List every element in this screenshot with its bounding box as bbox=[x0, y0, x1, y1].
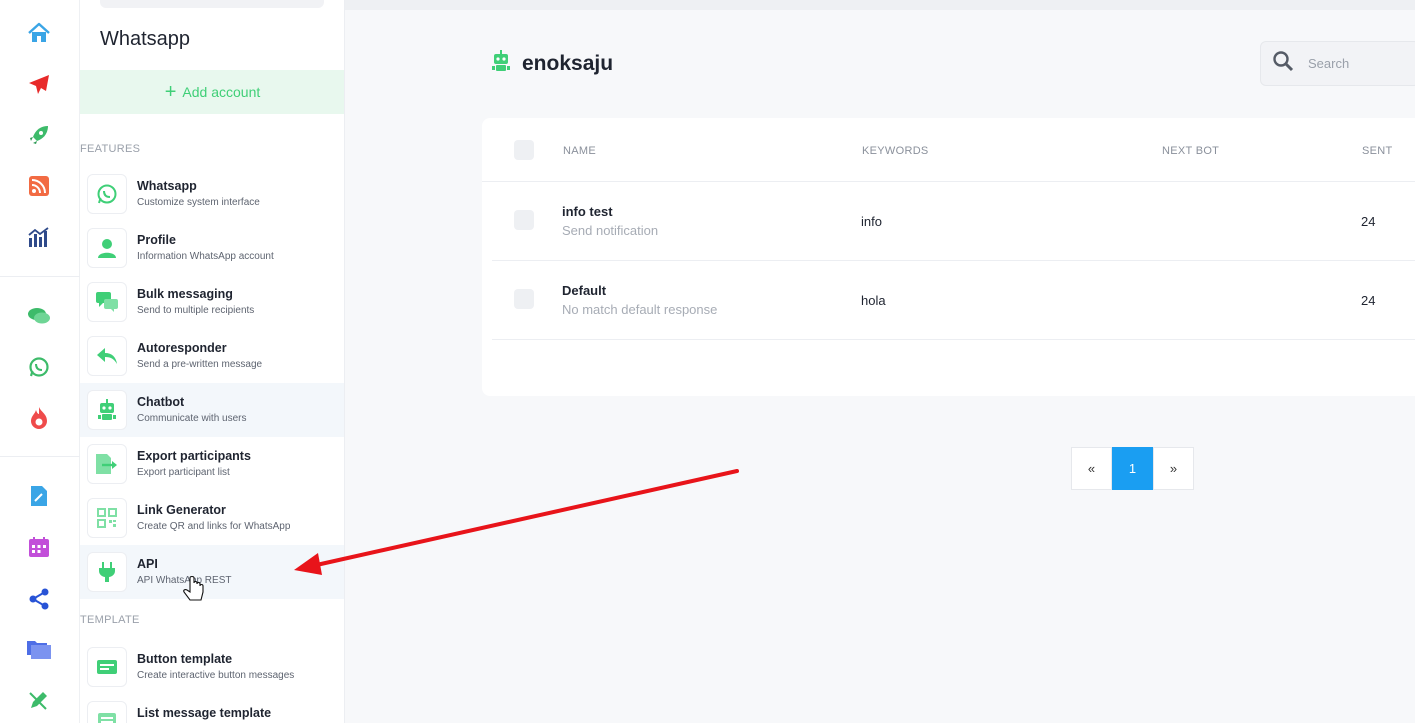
add-account-button[interactable]: + Add account bbox=[80, 70, 344, 114]
pagination-page-1[interactable]: 1 bbox=[1112, 447, 1153, 490]
menu-item-subtitle: Export participant list bbox=[137, 467, 230, 478]
menu-item-profile[interactable]: Profile Information WhatsApp account bbox=[80, 221, 344, 275]
plug-icon bbox=[87, 552, 127, 592]
table-header: NAME KEYWORDS NEXT BOT SENT bbox=[482, 118, 1415, 182]
column-header-sent: SENT bbox=[1362, 145, 1393, 157]
feature-sidebar: Whatsapp + Add account FEATURES Whatsapp… bbox=[80, 0, 345, 723]
menu-item-subtitle: Send to multiple recipients bbox=[137, 305, 255, 316]
plus-icon: + bbox=[164, 81, 177, 103]
rocket-icon[interactable] bbox=[24, 120, 54, 150]
menu-item-subtitle: Communicate with users bbox=[137, 413, 247, 424]
icon-rail bbox=[0, 0, 80, 723]
menu-item-autoresponder[interactable]: Autoresponder Send a pre-written message bbox=[80, 329, 344, 383]
page-header: enoksaju bbox=[490, 50, 613, 77]
row-keywords: info bbox=[861, 214, 882, 229]
menu-item-subtitle: Information WhatsApp account bbox=[137, 251, 274, 262]
fire-icon[interactable] bbox=[24, 403, 54, 433]
main-content: enoksaju NAME KEYWORDS NEXT BOT SENT inf… bbox=[345, 0, 1415, 723]
button-template-icon bbox=[87, 647, 127, 687]
menu-item-subtitle: Customize system interface bbox=[137, 197, 260, 208]
sidebar-top-bar bbox=[100, 0, 324, 8]
menu-item-subtitle: Send a pre-written message bbox=[137, 359, 263, 370]
top-bar bbox=[345, 0, 1415, 10]
menu-item-title: Bulk messaging bbox=[137, 287, 233, 301]
menu-item-title: List message template bbox=[137, 706, 272, 720]
list-template-icon bbox=[87, 701, 127, 723]
row-sent-count: 24 bbox=[1361, 293, 1376, 308]
menu-item-subtitle: API WhatsApp REST bbox=[137, 575, 232, 586]
search-box[interactable] bbox=[1260, 41, 1415, 86]
row-checkbox[interactable] bbox=[514, 210, 534, 230]
home-icon[interactable] bbox=[24, 18, 54, 48]
menu-item-chatbot[interactable]: Chatbot Communicate with users bbox=[80, 383, 344, 437]
folder-icon[interactable] bbox=[24, 634, 54, 664]
column-header-keywords: KEYWORDS bbox=[862, 145, 929, 157]
analytics-icon[interactable] bbox=[24, 222, 54, 252]
pagination-next-button[interactable]: » bbox=[1153, 447, 1194, 490]
share-icon[interactable] bbox=[24, 584, 54, 614]
menu-item-title: Autoresponder bbox=[137, 341, 227, 355]
menu-item-title: Link Generator bbox=[137, 503, 226, 517]
menu-item-subtitle: Create QR and links for WhatsApp bbox=[137, 521, 291, 532]
reply-icon bbox=[87, 336, 127, 376]
table-row[interactable]: Default No match default response hola 2… bbox=[492, 261, 1415, 340]
menu-item-api[interactable]: API API WhatsApp REST bbox=[80, 545, 344, 599]
rss-icon[interactable] bbox=[24, 171, 54, 201]
row-name[interactable]: info test bbox=[562, 204, 613, 219]
whatsapp-icon[interactable] bbox=[24, 352, 54, 382]
column-header-name: NAME bbox=[563, 145, 596, 157]
menu-item-subtitle: Create interactive button messages bbox=[137, 670, 295, 681]
features-section-label: FEATURES bbox=[80, 143, 141, 155]
search-input[interactable] bbox=[1308, 56, 1408, 71]
menu-item-title: Chatbot bbox=[137, 395, 185, 409]
chatbot-table-card: NAME KEYWORDS NEXT BOT SENT info test Se… bbox=[482, 118, 1415, 396]
row-keywords: hola bbox=[861, 293, 886, 308]
calendar-icon[interactable] bbox=[24, 532, 54, 562]
menu-item-title: Whatsapp bbox=[137, 179, 197, 193]
user-icon bbox=[87, 228, 127, 268]
menu-item-title: Profile bbox=[137, 233, 176, 247]
send-icon[interactable] bbox=[24, 70, 54, 100]
whatsapp-icon bbox=[87, 174, 127, 214]
menu-item-title: Button template bbox=[137, 652, 233, 666]
menu-item-whatsapp[interactable]: Whatsapp Customize system interface bbox=[80, 167, 344, 221]
export-icon bbox=[87, 444, 127, 484]
menu-item-export-participants[interactable]: Export participants Export participant l… bbox=[80, 437, 344, 491]
qr-code-icon bbox=[87, 498, 127, 538]
select-all-checkbox[interactable] bbox=[514, 140, 534, 160]
pagination-prev-button[interactable]: « bbox=[1071, 447, 1112, 490]
menu-item-title: Export participants bbox=[137, 449, 251, 463]
menu-item-button-template[interactable]: Button template Create interactive butto… bbox=[80, 640, 344, 694]
row-name[interactable]: Default bbox=[562, 283, 606, 298]
pagination: « 1 » bbox=[1071, 447, 1194, 490]
row-description: No match default response bbox=[562, 302, 718, 317]
row-description: Send notification bbox=[562, 223, 659, 238]
robot-icon bbox=[490, 50, 512, 77]
row-checkbox[interactable] bbox=[514, 289, 534, 309]
menu-item-list-message-template[interactable]: List message template bbox=[80, 694, 344, 723]
robot-icon bbox=[87, 390, 127, 430]
row-sent-count: 24 bbox=[1361, 214, 1376, 229]
column-header-next-bot: NEXT BOT bbox=[1162, 145, 1220, 157]
add-account-label: Add account bbox=[182, 84, 261, 100]
chat-icon[interactable] bbox=[24, 301, 54, 331]
page-title: enoksaju bbox=[522, 51, 614, 75]
search-icon bbox=[1272, 50, 1294, 77]
edit-file-icon[interactable] bbox=[24, 481, 54, 511]
menu-item-title: API bbox=[137, 557, 158, 571]
pen-icon[interactable] bbox=[24, 685, 54, 715]
chat-bubbles-icon bbox=[87, 282, 127, 322]
sidebar-title: Whatsapp bbox=[100, 28, 191, 50]
table-row[interactable]: info test Send notification info 24 bbox=[492, 182, 1415, 261]
template-section-label: TEMPLATE bbox=[80, 614, 140, 626]
menu-item-bulk-messaging[interactable]: Bulk messaging Send to multiple recipien… bbox=[80, 275, 344, 329]
menu-item-link-generator[interactable]: Link Generator Create QR and links for W… bbox=[80, 491, 344, 545]
